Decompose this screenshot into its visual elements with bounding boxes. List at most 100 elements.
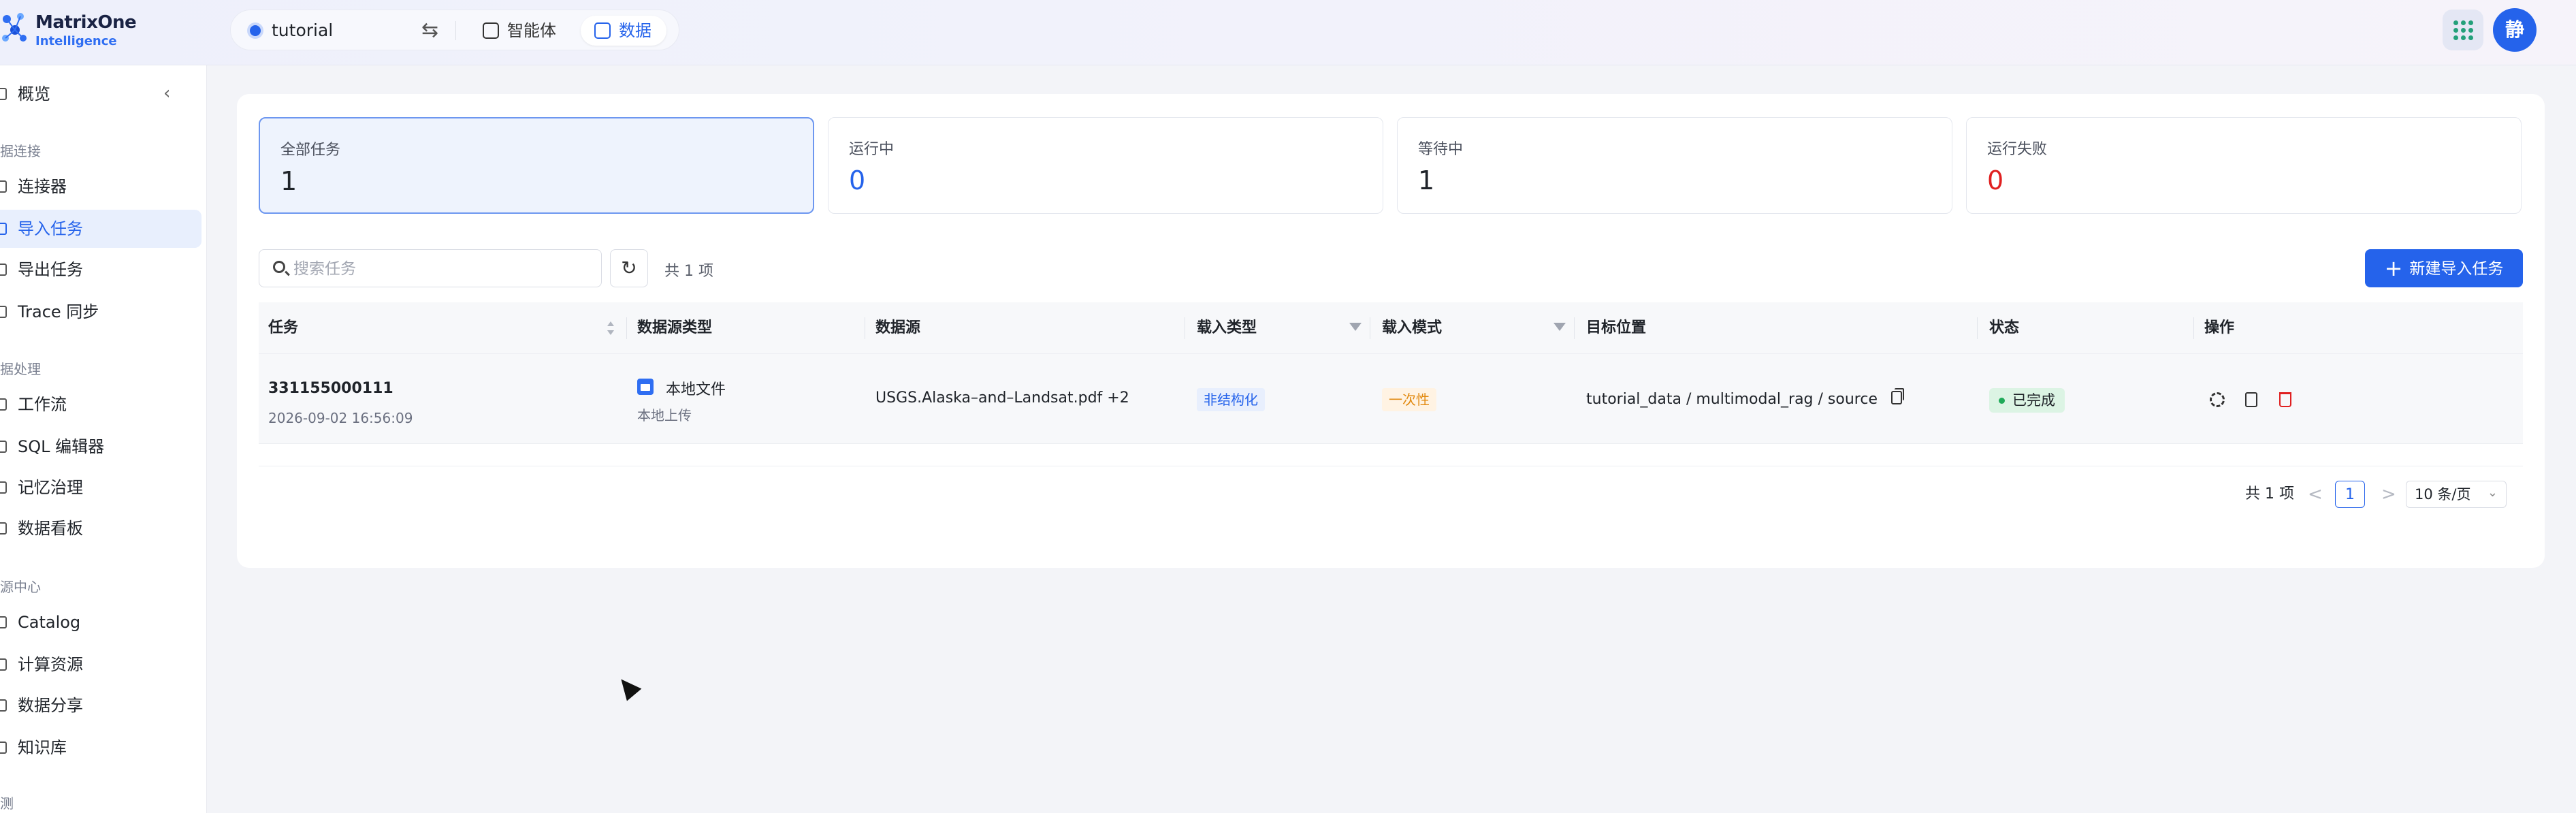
top-header: MatrixOne Intelligence tutorial ⇆ 智能体 数据… <box>0 0 2576 65</box>
stat-label: 运行失败 <box>1987 141 2048 158</box>
stat-value: 1 <box>1418 165 1435 195</box>
new-import-task-button[interactable]: + 新建导入任务 <box>2365 249 2523 287</box>
sidebar-item-export-tasks[interactable]: 导出任务 <box>0 251 202 289</box>
sidebar-group-label: 源中心 <box>0 579 41 595</box>
column-header-source-type: 数据源类型 <box>637 319 713 336</box>
refresh-icon: ↻ <box>621 257 637 279</box>
table-header: 任务 数据源类型 数据源 载入类型 载入模式 目标位置 状态 操作 <box>259 302 2523 354</box>
sidebar-item-connectors[interactable]: 连接器 <box>0 168 202 206</box>
trace-icon <box>0 306 7 318</box>
sidebar-item-workflow[interactable]: 工作流 <box>0 385 202 424</box>
column-divider <box>626 317 627 339</box>
settings-icon[interactable] <box>2210 392 2225 407</box>
sidebar-item-label: 记忆治理 <box>18 478 83 497</box>
task-time: 2026-09-02 16:56:09 <box>268 410 413 426</box>
page-button-1[interactable]: 1 <box>2335 481 2365 508</box>
filter-icon[interactable] <box>1349 323 1362 331</box>
import-icon <box>0 223 7 235</box>
sidebar-item-sql-editor[interactable]: SQL 编辑器 <box>0 428 202 466</box>
sidebar-item-label: 导出任务 <box>18 260 83 279</box>
column-header-target: 目标位置 <box>1586 319 1647 336</box>
sidebar-item-label: 计算资源 <box>18 655 83 674</box>
prev-page-icon[interactable]: < <box>2308 479 2323 509</box>
import-tasks-panel: 全部任务 1 运行中 0 等待中 1 运行失败 0 ↻ 共 1 项 + 新建导入任… <box>237 94 2545 568</box>
next-page-icon[interactable]: > <box>2381 479 2396 509</box>
stat-card-running[interactable]: 运行中 0 <box>828 117 1383 214</box>
switch-icon[interactable]: ⇆ <box>421 18 438 42</box>
sidebar-item-trace-sync[interactable]: Trace 同步 <box>0 293 202 331</box>
tab-data-label: 数据 <box>619 21 651 40</box>
search-box[interactable] <box>259 249 602 287</box>
sidebar-item-dashboard[interactable]: 数据看板 <box>0 509 202 547</box>
column-divider <box>1574 317 1575 339</box>
logo[interactable]: MatrixOne Intelligence <box>0 7 137 50</box>
sidebar-item-import-tasks[interactable]: 导入任务 <box>0 210 202 248</box>
dashboard-icon <box>0 522 7 535</box>
column-header-load-mode: 载入模式 <box>1382 319 1443 336</box>
new-import-task-label: 新建导入任务 <box>2409 260 2504 278</box>
stat-label: 等待中 <box>1418 141 1464 158</box>
divider <box>455 21 456 40</box>
tab-agent[interactable]: 智能体 <box>469 16 571 46</box>
column-header-load-type: 载入类型 <box>1197 319 1257 336</box>
sidebar-group-label: 测 <box>0 795 14 812</box>
source-subtype: 本地上传 <box>637 407 692 424</box>
filter-icon[interactable] <box>1553 323 1566 331</box>
stat-card-all[interactable]: 全部任务 1 <box>259 117 814 214</box>
stat-card-waiting[interactable]: 等待中 1 <box>1397 117 1952 214</box>
overview-icon <box>0 88 7 100</box>
collapse-sidebar-icon[interactable]: ‹ <box>163 83 170 103</box>
column-divider <box>1977 317 1978 339</box>
column-header-source: 数据源 <box>875 319 921 336</box>
apps-button[interactable] <box>2443 10 2483 50</box>
column-header-task[interactable]: 任务 <box>268 302 298 354</box>
plus-icon: + <box>2384 255 2403 281</box>
delete-icon[interactable] <box>2279 392 2291 407</box>
sidebar-item-label: Trace 同步 <box>18 302 99 321</box>
sidebar-item-label: 数据分享 <box>18 696 83 715</box>
sidebar-item-catalog[interactable]: Catalog <box>0 603 202 641</box>
connector-icon <box>0 180 7 193</box>
data-source[interactable]: USGS.Alaska–and–Landsat.pdf +2 <box>875 389 1129 406</box>
workspace-switcher[interactable]: tutorial ⇆ 智能体 数据 <box>230 10 679 50</box>
sidebar-item-data-share[interactable]: 数据分享 <box>0 686 202 724</box>
sidebar-item-label: 知识库 <box>18 738 67 757</box>
search-icon <box>273 261 285 273</box>
tab-data[interactable]: 数据 <box>581 16 666 46</box>
sidebar-item-overview[interactable]: 概览 <box>0 75 202 113</box>
load-type-badge: 非结构化 <box>1197 388 1265 411</box>
table-row[interactable]: 331155000111 2026-09-02 16:56:09 本地文件 本地… <box>259 354 2523 444</box>
chevron-down-icon: ⌄ <box>2487 485 2498 500</box>
sort-icon[interactable] <box>607 321 614 335</box>
target-location: tutorial_data / multimodal_rag / source <box>1586 391 1878 408</box>
export-icon <box>0 264 7 276</box>
share-icon <box>0 699 7 712</box>
sidebar-item-label: Catalog <box>18 613 81 632</box>
refresh-button[interactable]: ↻ <box>610 249 648 287</box>
sidebar-item-label: 工作流 <box>18 395 67 414</box>
workspace-name[interactable]: tutorial <box>272 20 333 40</box>
sidebar-item-label: 概览 <box>18 84 50 103</box>
logo-subtitle: Intelligence <box>35 34 117 48</box>
knowledge-icon <box>0 742 7 754</box>
load-mode-badge: 一次性 <box>1382 388 1436 411</box>
column-divider <box>2193 317 2194 339</box>
logo-title: MatrixOne <box>35 12 137 33</box>
sidebar-group-label: 据连接 <box>0 143 41 159</box>
pagination-total: 共 1 项 <box>2245 485 2294 503</box>
data-icon <box>594 22 611 39</box>
source-type: 本地文件 <box>666 381 726 398</box>
local-file-icon <box>637 379 654 395</box>
stat-card-failed[interactable]: 运行失败 0 <box>1966 117 2522 214</box>
task-id[interactable]: 331155000111 <box>268 380 393 397</box>
sidebar-item-knowledge-base[interactable]: 知识库 <box>0 729 202 767</box>
page-size-select[interactable]: 10 条/页 ⌄ <box>2406 481 2507 508</box>
stat-value: 0 <box>849 165 866 195</box>
log-document-icon[interactable] <box>2245 392 2257 407</box>
avatar[interactable]: 静 <box>2493 8 2537 52</box>
search-input[interactable] <box>293 255 586 283</box>
copy-icon[interactable] <box>1891 388 1904 404</box>
sidebar-item-memory[interactable]: 记忆治理 <box>0 468 202 507</box>
sidebar-item-compute[interactable]: 计算资源 <box>0 645 202 684</box>
stat-label: 全部任务 <box>280 142 341 159</box>
